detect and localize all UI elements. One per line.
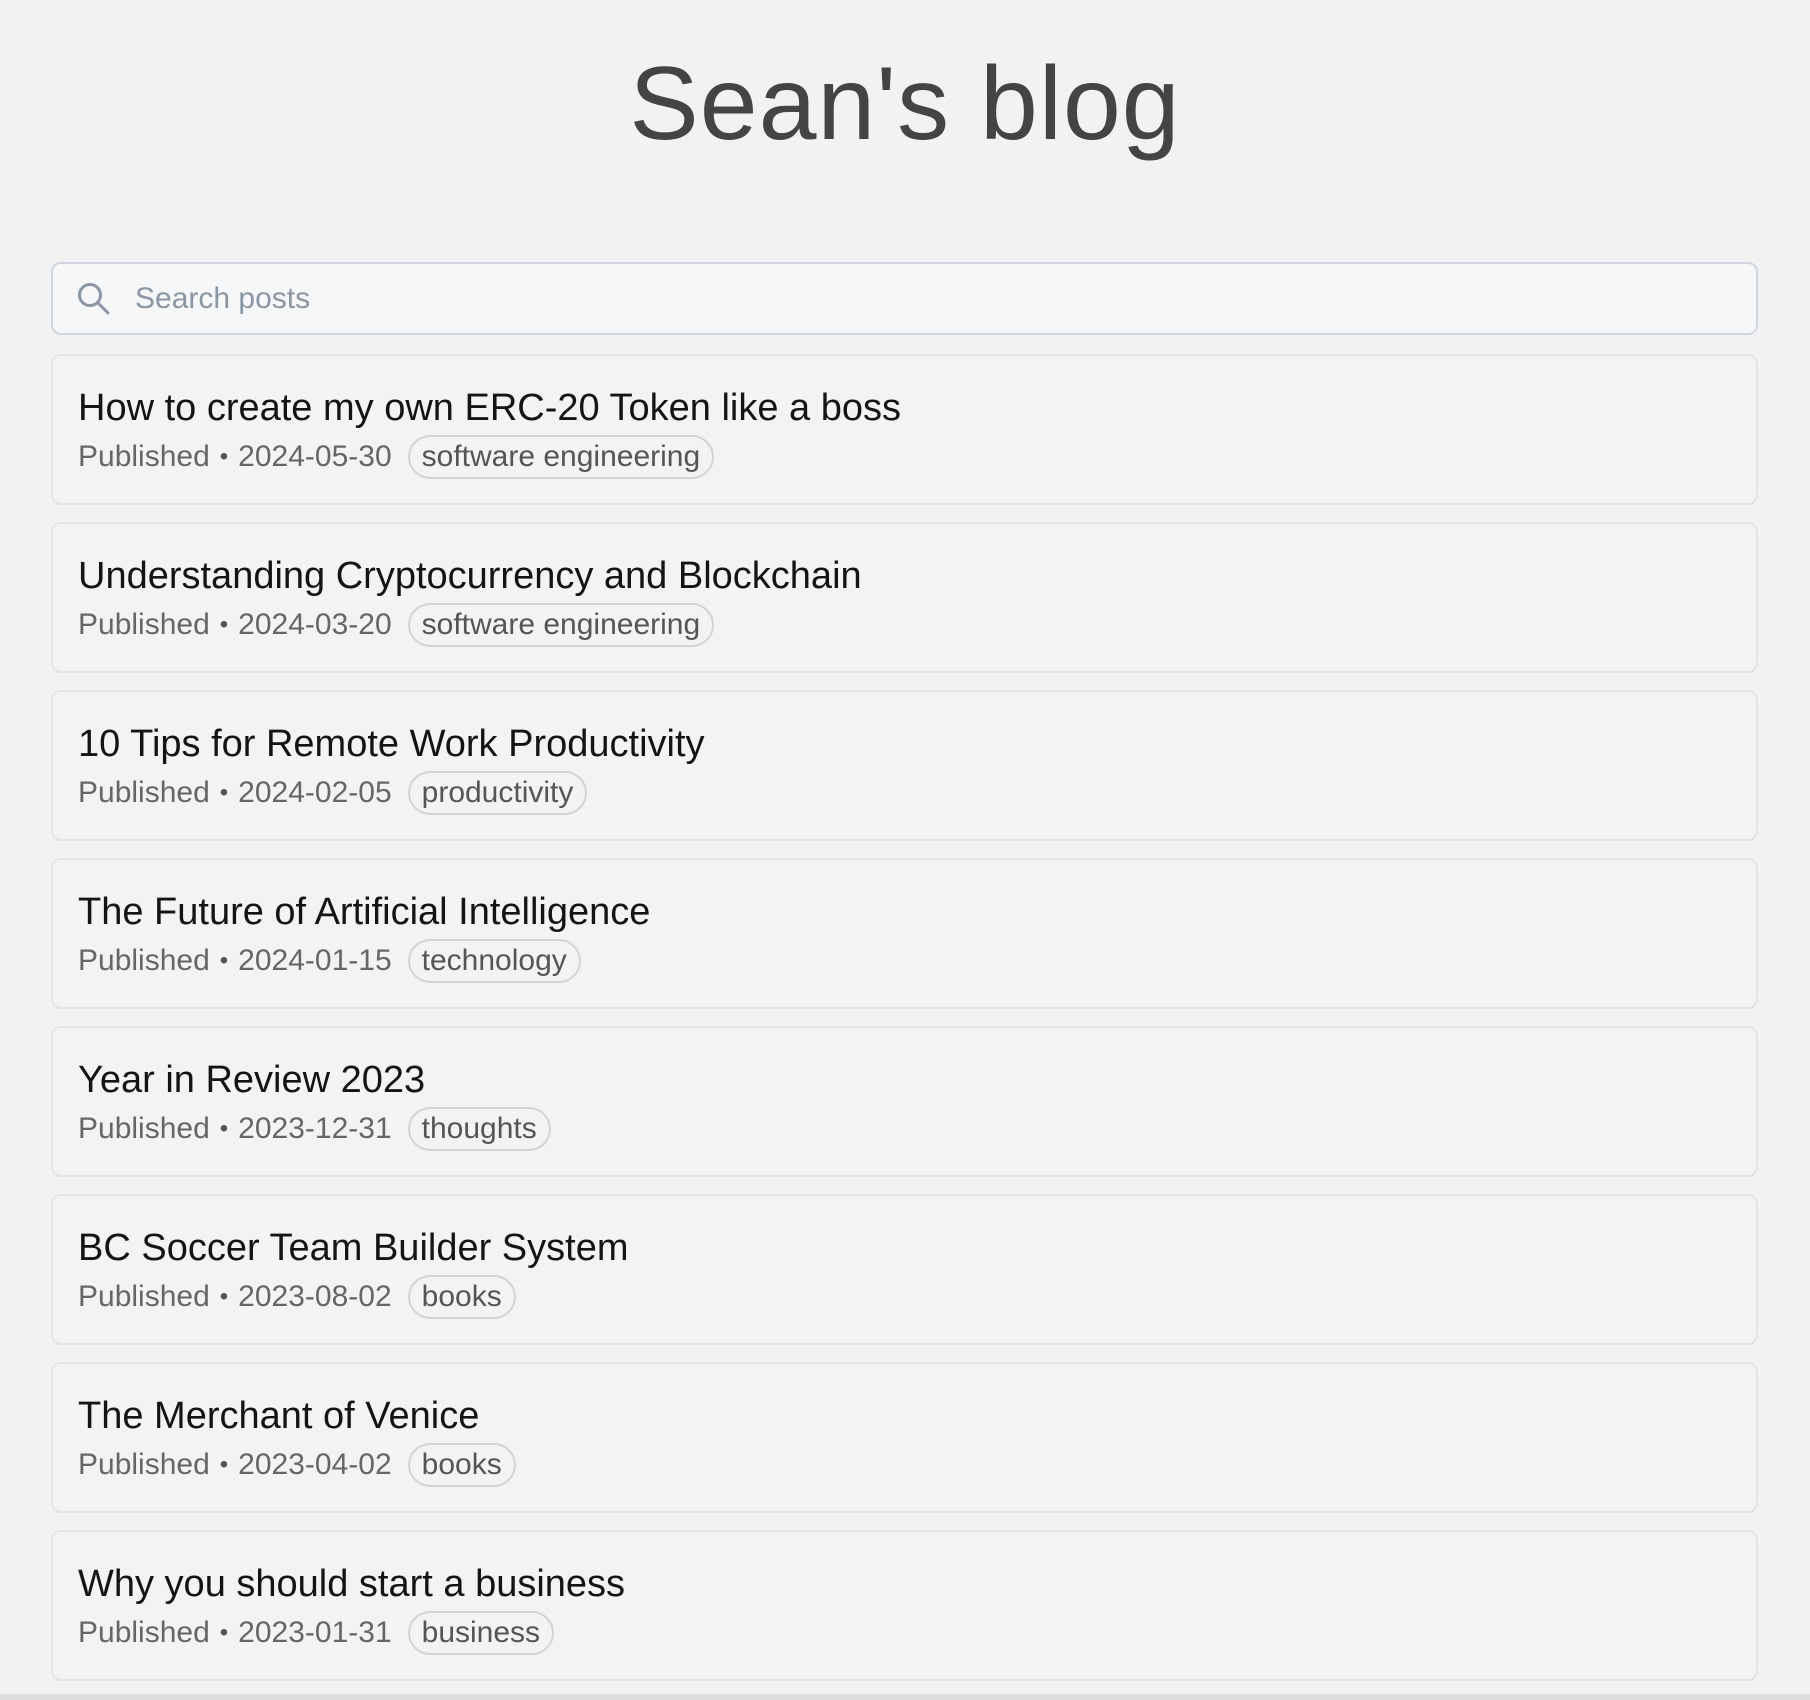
post-card[interactable]: Understanding Cryptocurrency and Blockch… (51, 522, 1758, 673)
post-card[interactable]: Year in Review 2023 Published • 2023-12-… (51, 1026, 1758, 1177)
meta-separator: • (219, 1115, 229, 1142)
post-date: 2024-05-30 (238, 440, 392, 473)
post-meta: Published • 2023-08-02 books (78, 1275, 1756, 1319)
post-date: 2024-03-20 (238, 608, 392, 641)
post-tag[interactable]: productivity (407, 771, 588, 815)
post-meta: Published • 2023-12-31 thoughts (78, 1107, 1756, 1151)
post-meta: Published • 2023-04-02 books (78, 1443, 1756, 1487)
post-date: 2023-08-02 (238, 1280, 392, 1313)
post-card[interactable]: 10 Tips for Remote Work Productivity Pub… (51, 690, 1758, 841)
post-status: Published (78, 776, 210, 809)
page-bottom-edge (0, 1694, 1810, 1700)
post-title[interactable]: The Future of Artificial Intelligence (78, 890, 1756, 934)
post-date: 2023-01-31 (238, 1616, 392, 1649)
post-status: Published (78, 1112, 210, 1145)
post-tag[interactable]: technology (407, 939, 581, 983)
post-title[interactable]: Year in Review 2023 (78, 1058, 1756, 1102)
meta-separator: • (219, 1283, 229, 1310)
post-status: Published (78, 1616, 210, 1649)
search-icon (75, 280, 113, 318)
post-title[interactable]: BC Soccer Team Builder System (78, 1226, 1756, 1270)
post-status: Published (78, 440, 210, 473)
post-tag[interactable]: books (407, 1443, 516, 1487)
post-title[interactable]: Understanding Cryptocurrency and Blockch… (78, 554, 1756, 598)
post-meta: Published • 2024-05-30 software engineer… (78, 435, 1756, 479)
post-status: Published (78, 1448, 210, 1481)
meta-separator: • (219, 1619, 229, 1646)
meta-separator: • (219, 443, 229, 470)
post-tag[interactable]: software engineering (407, 435, 715, 479)
post-meta: Published • 2024-03-20 software engineer… (78, 603, 1756, 647)
post-title[interactable]: 10 Tips for Remote Work Productivity (78, 722, 1756, 766)
meta-separator: • (219, 611, 229, 638)
post-tag[interactable]: books (407, 1275, 516, 1319)
post-card[interactable]: How to create my own ERC-20 Token like a… (51, 354, 1758, 505)
post-tag[interactable]: business (407, 1611, 555, 1655)
post-card[interactable]: BC Soccer Team Builder System Published … (51, 1194, 1758, 1345)
search-input[interactable] (135, 268, 1715, 329)
post-meta: Published • 2023-01-31 business (78, 1611, 1756, 1655)
post-meta: Published • 2024-01-15 technology (78, 939, 1756, 983)
post-tag[interactable]: thoughts (407, 1107, 551, 1151)
meta-separator: • (219, 1451, 229, 1478)
post-date: 2024-02-05 (238, 776, 392, 809)
meta-separator: • (219, 947, 229, 974)
post-status: Published (78, 944, 210, 977)
search-bar[interactable] (51, 262, 1758, 335)
post-list: How to create my own ERC-20 Token like a… (51, 354, 1758, 1698)
post-title[interactable]: The Merchant of Venice (78, 1394, 1756, 1438)
post-card[interactable]: Why you should start a business Publishe… (51, 1530, 1758, 1681)
post-date: 2024-01-15 (238, 944, 392, 977)
post-status: Published (78, 1280, 210, 1313)
page-title: Sean's blog (629, 46, 1181, 162)
post-title[interactable]: How to create my own ERC-20 Token like a… (78, 386, 1756, 430)
blog-page: Sean's blog How to create my own ERC-20 … (0, 0, 1810, 1700)
post-meta: Published • 2024-02-05 productivity (78, 771, 1756, 815)
post-card[interactable]: The Merchant of Venice Published • 2023-… (51, 1362, 1758, 1513)
post-card[interactable]: The Future of Artificial Intelligence Pu… (51, 858, 1758, 1009)
post-date: 2023-12-31 (238, 1112, 392, 1145)
meta-separator: • (219, 779, 229, 806)
post-status: Published (78, 608, 210, 641)
post-tag[interactable]: software engineering (407, 603, 715, 647)
post-title[interactable]: Why you should start a business (78, 1562, 1756, 1606)
post-date: 2023-04-02 (238, 1448, 392, 1481)
